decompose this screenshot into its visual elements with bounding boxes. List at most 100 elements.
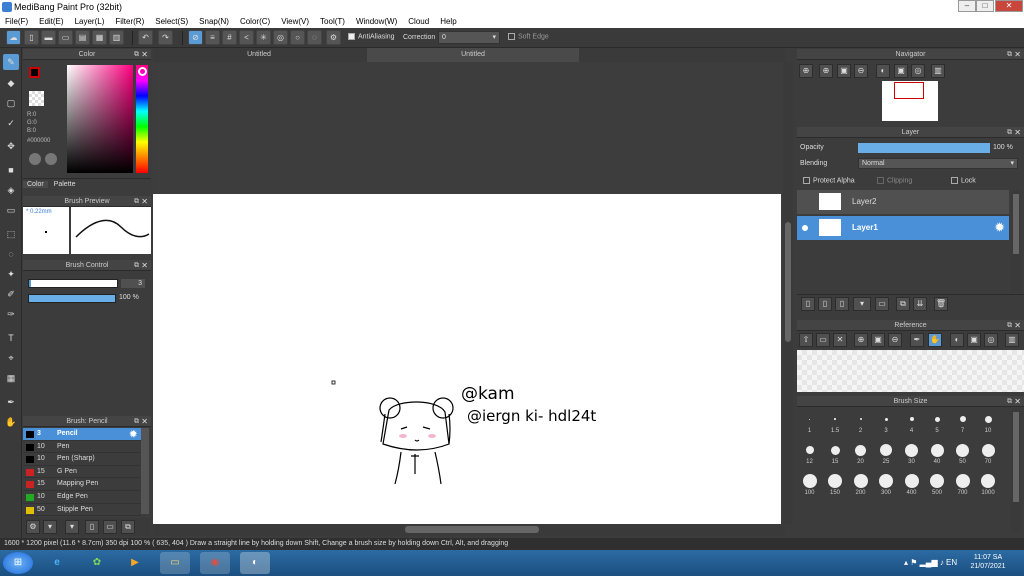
hand-tool-icon[interactable]: ✋ bbox=[3, 414, 19, 430]
close-icon[interactable]: ✕ bbox=[1014, 49, 1021, 60]
ref-eyedropper-icon[interactable]: ✒ bbox=[910, 333, 924, 347]
ref-up-icon[interactable]: ⇧ bbox=[799, 333, 813, 347]
parallel-snap-icon[interactable]: ≡ bbox=[205, 30, 220, 45]
operation-tool-icon[interactable]: ⌖ bbox=[3, 350, 19, 366]
explorer-icon[interactable]: ▭ bbox=[160, 552, 190, 574]
drawing-canvas[interactable]: @kam @iergn ki- hdl24t bbox=[153, 194, 781, 524]
brush-list-item[interactable]: 10 Pen (Sharp) bbox=[23, 453, 141, 466]
hue-handle[interactable] bbox=[138, 67, 147, 76]
brush-size-option[interactable]: 1000 bbox=[976, 472, 1001, 496]
tab-untitled-2[interactable]: Untitled bbox=[367, 48, 579, 62]
layer-row-layer2[interactable]: Layer2 bbox=[797, 190, 1009, 214]
clock[interactable]: 11:07 SA 21/07/2021 bbox=[968, 553, 1008, 571]
ref-reset-icon[interactable]: ◎ bbox=[984, 333, 998, 347]
brush-size-option[interactable]: 400 bbox=[899, 472, 924, 496]
reference-image-area[interactable] bbox=[797, 350, 1024, 392]
grid-icon[interactable]: ▥ bbox=[109, 30, 124, 45]
maximize-button[interactable]: □ bbox=[976, 0, 994, 12]
brush-size-option[interactable]: 200 bbox=[848, 472, 873, 496]
divide-tool-icon[interactable]: ▦ bbox=[3, 370, 19, 386]
new-file-icon[interactable]: ▯ bbox=[24, 30, 39, 45]
close-icon[interactable]: ✕ bbox=[1014, 127, 1021, 138]
lock-checkbox[interactable]: Lock bbox=[951, 177, 976, 184]
brush-size-option[interactable]: 700 bbox=[950, 472, 975, 496]
gradient-tool-icon[interactable]: ▭ bbox=[3, 202, 19, 218]
popout-icon[interactable]: ⧉ bbox=[1007, 49, 1012, 60]
menu-tool[interactable]: Tool(T) bbox=[320, 17, 345, 26]
correction-tool-icon[interactable]: ✓ bbox=[3, 115, 19, 131]
correction-select[interactable]: 0 ▾ bbox=[438, 31, 500, 44]
brush-size-slider[interactable] bbox=[28, 279, 118, 288]
menu-edit[interactable]: Edit(E) bbox=[39, 17, 63, 26]
zoom-out-icon[interactable]: ⊖ bbox=[854, 64, 868, 78]
close-icon[interactable]: ✕ bbox=[141, 260, 148, 271]
delete-layer-icon[interactable]: 🗑 bbox=[934, 297, 948, 311]
save-icon[interactable]: ▤ bbox=[75, 30, 90, 45]
shape-tool-icon[interactable]: ■ bbox=[3, 162, 19, 178]
ie-icon[interactable]: e bbox=[42, 552, 72, 574]
popout-icon[interactable]: ⧉ bbox=[1007, 396, 1012, 407]
brush-size-option[interactable]: 1.5 bbox=[823, 410, 848, 434]
snap-off-icon[interactable]: ⊘ bbox=[188, 30, 203, 45]
magic-wand-icon[interactable]: ✦ bbox=[3, 266, 19, 282]
zoom-in-2-icon[interactable]: ⊕ bbox=[819, 64, 833, 78]
media-player-icon[interactable]: ▶ bbox=[120, 552, 150, 574]
ref-lock-icon[interactable]: ▥ bbox=[1005, 333, 1019, 347]
brush-list-item[interactable]: 10 Pen bbox=[23, 440, 141, 454]
export-icon[interactable]: ▦ bbox=[92, 30, 107, 45]
antialiasing-checkbox[interactable]: AntiAliasing bbox=[348, 33, 395, 40]
new-layer-2-icon[interactable]: ▯ bbox=[818, 297, 832, 311]
menu-window[interactable]: Window(W) bbox=[356, 17, 397, 26]
add-brush-icon[interactable]: ▾ bbox=[43, 520, 57, 534]
ref-flip-icon[interactable]: ▣ bbox=[967, 333, 981, 347]
menu-help[interactable]: Help bbox=[440, 17, 456, 26]
brush-size-option[interactable]: 2 bbox=[848, 410, 873, 434]
radial-snap-icon[interactable]: ✳ bbox=[256, 30, 271, 45]
new-layer-icon[interactable]: ▯ bbox=[801, 297, 815, 311]
move-tool-icon[interactable]: ✥ bbox=[3, 138, 19, 154]
ref-open-icon[interactable]: ▭ bbox=[816, 333, 830, 347]
popout-icon[interactable]: ⧉ bbox=[134, 196, 139, 207]
fill-tool-icon[interactable]: ◈ bbox=[3, 182, 19, 198]
undo-icon[interactable]: ↶ bbox=[138, 30, 153, 45]
soft-edge-checkbox[interactable]: Soft Edge bbox=[508, 33, 549, 40]
ref-hand-icon[interactable]: ✋ bbox=[928, 333, 942, 347]
brush-size-option[interactable]: 3 bbox=[874, 410, 899, 434]
close-button[interactable]: ✕ bbox=[995, 0, 1023, 12]
lasso-tool-icon[interactable]: ◌ bbox=[3, 246, 19, 262]
menu-color[interactable]: Color(C) bbox=[240, 17, 270, 26]
curve-snap-icon[interactable]: ○ bbox=[290, 30, 305, 45]
brush-size-option[interactable]: 12 bbox=[797, 441, 822, 465]
vanishing-snap-icon[interactable]: < bbox=[239, 30, 254, 45]
brush-opacity-slider[interactable] bbox=[28, 294, 116, 303]
brush-list-item[interactable]: 15 Mapping Pen bbox=[23, 478, 141, 491]
perspective-snap-icon[interactable]: ◌ bbox=[307, 30, 322, 45]
brush-size-option[interactable]: 7 bbox=[950, 410, 975, 434]
brush-size-option[interactable]: 15 bbox=[823, 441, 848, 465]
color-wheel-icon[interactable] bbox=[29, 153, 41, 165]
brush-size-option[interactable]: 40 bbox=[925, 441, 950, 465]
circle-snap-icon[interactable]: ◎ bbox=[273, 30, 288, 45]
select-pen-icon[interactable]: ✐ bbox=[3, 286, 19, 302]
brush-size-option[interactable]: 10 bbox=[976, 410, 1001, 434]
fit-icon[interactable]: ▣ bbox=[837, 64, 851, 78]
settings-snap-icon[interactable]: ⚙ bbox=[326, 30, 341, 45]
popout-icon[interactable]: ⧉ bbox=[134, 49, 139, 60]
tab-palette[interactable]: Palette bbox=[50, 181, 80, 188]
brush-size-scrollbar[interactable] bbox=[1011, 408, 1021, 532]
layer-scrollbar[interactable] bbox=[1011, 190, 1021, 293]
layer-dropdown-icon[interactable]: ▾ bbox=[853, 297, 871, 311]
visibility-icon[interactable] bbox=[802, 225, 808, 231]
text-tool-icon[interactable]: T bbox=[3, 330, 19, 346]
comment-icon[interactable]: ▬ bbox=[41, 30, 56, 45]
brush-new-icon[interactable]: ▾ bbox=[65, 520, 79, 534]
select-eraser-icon[interactable]: ✑ bbox=[3, 306, 19, 322]
brush-list-item[interactable]: 50 Stipple Pen bbox=[23, 503, 141, 517]
brush-size-option[interactable]: 30 bbox=[899, 441, 924, 465]
navigator-thumbnail[interactable] bbox=[882, 81, 938, 121]
menu-layer[interactable]: Layer(L) bbox=[75, 17, 105, 26]
brush-size-option[interactable]: 150 bbox=[823, 472, 848, 496]
medibang-taskbar-icon[interactable]: ◐ bbox=[240, 552, 270, 574]
clipping-checkbox[interactable]: Clipping bbox=[877, 177, 912, 184]
app-icon-green[interactable]: ✿ bbox=[82, 552, 112, 574]
